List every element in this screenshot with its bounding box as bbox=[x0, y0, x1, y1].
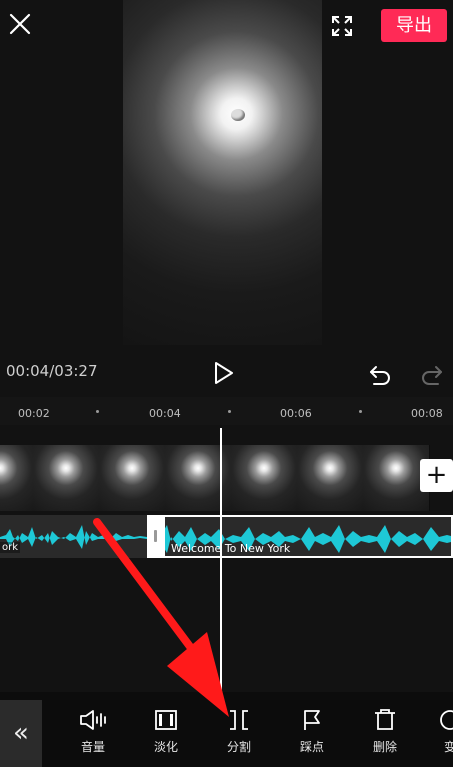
audio-clip-label: Welcome To New York bbox=[171, 542, 291, 555]
playback-time: 00:04/03:27 bbox=[6, 362, 98, 380]
volume-icon bbox=[80, 710, 106, 730]
tool-beat[interactable]: 踩点 bbox=[284, 708, 340, 755]
video-frame bbox=[297, 445, 364, 511]
tool-label: 变 bbox=[443, 740, 453, 754]
ruler-dot bbox=[228, 410, 231, 413]
split-icon bbox=[230, 710, 248, 730]
audio-waveform bbox=[0, 525, 147, 549]
tool-split[interactable]: 分割 bbox=[211, 708, 267, 755]
tool-label: 淡化 bbox=[153, 740, 178, 754]
ruler-dot bbox=[359, 410, 362, 413]
delete-icon bbox=[375, 709, 395, 730]
audio-clip-left[interactable] bbox=[0, 515, 147, 558]
tool-volume[interactable]: 音量 bbox=[65, 708, 121, 755]
play-icon[interactable] bbox=[210, 360, 236, 386]
tool-label: 踩点 bbox=[299, 740, 324, 754]
video-frame bbox=[0, 445, 34, 511]
video-track[interactable] bbox=[0, 445, 453, 511]
ruler-tick: 00:08 bbox=[411, 407, 443, 420]
add-clip-button[interactable]: + bbox=[420, 459, 453, 492]
tool-label: 音量 bbox=[80, 740, 105, 754]
tool-speed[interactable]: 变 bbox=[430, 708, 453, 755]
video-frame bbox=[99, 445, 166, 511]
video-frame bbox=[231, 445, 298, 511]
flag-icon bbox=[304, 710, 320, 730]
tool-label: 分割 bbox=[226, 740, 251, 754]
ruler-tick: 00:04 bbox=[149, 407, 181, 420]
ruler-tick: 00:02 bbox=[18, 407, 50, 420]
tool-label: 删除 bbox=[372, 740, 397, 754]
trim-handle-grip bbox=[154, 530, 157, 542]
tool-fade[interactable]: 淡化 bbox=[138, 708, 194, 755]
undo-icon[interactable] bbox=[368, 362, 392, 386]
fade-icon bbox=[155, 710, 177, 730]
timeline-ruler[interactable] bbox=[0, 397, 453, 425]
audio-clip-label: ork bbox=[0, 542, 21, 553]
close-icon[interactable] bbox=[6, 10, 34, 38]
export-button[interactable]: 导出 bbox=[381, 9, 447, 42]
fullscreen-icon[interactable] bbox=[330, 14, 354, 38]
speed-icon bbox=[440, 710, 453, 730]
playhead[interactable] bbox=[220, 428, 222, 692]
preview-light-bulb bbox=[231, 109, 245, 121]
video-frame bbox=[33, 445, 100, 511]
ruler-dot bbox=[96, 410, 99, 413]
ruler-tick: 00:06 bbox=[280, 407, 312, 420]
redo-icon[interactable] bbox=[420, 362, 444, 386]
tool-delete[interactable]: 删除 bbox=[357, 708, 413, 755]
video-preview bbox=[123, 0, 322, 345]
collapse-button[interactable]: « bbox=[0, 700, 42, 767]
